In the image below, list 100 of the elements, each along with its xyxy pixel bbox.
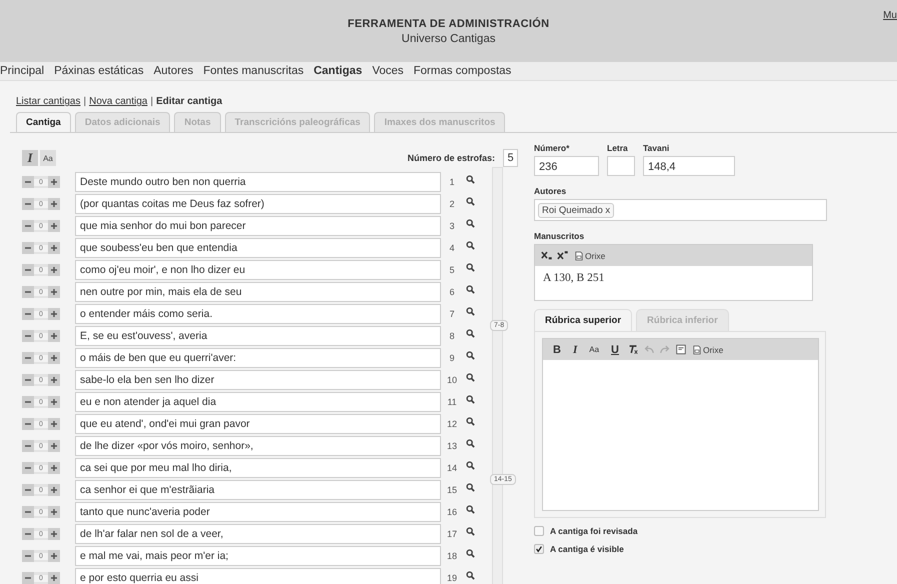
verse-field[interactable]: E, se eu est'ouvess', averia (75, 326, 441, 346)
tavani-field[interactable]: 148,4 (643, 156, 735, 176)
letter-field[interactable] (607, 156, 635, 176)
minus-icon[interactable] (22, 176, 34, 188)
author-tag[interactable]: Roi Queimado x (538, 202, 614, 218)
minus-icon[interactable] (22, 572, 34, 584)
nav-item[interactable]: Fontes manuscritas (203, 65, 304, 77)
source-button[interactable]: Orixe (690, 344, 726, 354)
verse-field[interactable]: Deste mundo outro ben non querria (75, 172, 441, 192)
plus-icon[interactable] (48, 462, 60, 474)
plus-icon[interactable] (48, 242, 60, 254)
minus-icon[interactable] (22, 220, 34, 232)
plus-icon[interactable] (48, 418, 60, 430)
verse-field[interactable]: e por esto querria eu assi (75, 568, 441, 584)
breadcrumb-link[interactable]: Listar cantigas (16, 96, 80, 107)
nav-item[interactable]: Páxinas estáticas (54, 65, 144, 77)
search-icon[interactable] (466, 174, 475, 184)
plus-icon[interactable] (48, 286, 60, 298)
manuscripts-editor[interactable]: A 130, B 251 (535, 266, 812, 300)
minus-icon[interactable] (22, 396, 34, 408)
search-icon[interactable] (466, 350, 475, 360)
verse-field[interactable]: o máis de ben que eu querri'aver: (75, 348, 441, 368)
search-icon[interactable] (466, 262, 475, 272)
verse-field[interactable]: ca sei que por meu mal lho diria, (75, 458, 441, 478)
search-icon[interactable] (466, 482, 475, 492)
clear-format-icon[interactable] (626, 344, 639, 355)
minus-icon[interactable] (22, 528, 34, 540)
verse-field[interactable]: tanto que nunc'averia poder (75, 502, 441, 522)
minus-icon[interactable] (22, 374, 34, 386)
search-icon[interactable] (466, 328, 475, 338)
verse-field[interactable]: eu e non atender ja aquel dia (75, 392, 441, 412)
tab[interactable]: Rúbrica superior (534, 309, 632, 331)
verse-field[interactable]: de lhe dizer «por vós moiro, senhor», (75, 436, 441, 456)
plus-icon[interactable] (48, 352, 60, 364)
search-icon[interactable] (466, 218, 475, 228)
nav-item[interactable]: Autores (154, 65, 194, 77)
user-link[interactable]: Mu (883, 10, 897, 21)
plus-icon[interactable] (48, 308, 60, 320)
minus-icon[interactable] (22, 440, 34, 452)
minus-icon[interactable] (22, 550, 34, 562)
minus-icon[interactable] (22, 308, 34, 320)
checkbox[interactable] (534, 544, 544, 554)
plus-icon[interactable] (48, 176, 60, 188)
verse-field[interactable]: o entender máis como seria. (75, 304, 441, 324)
breadcrumb-link[interactable]: Nova cantiga (89, 96, 148, 107)
plus-icon[interactable] (48, 550, 60, 562)
minus-icon[interactable] (22, 286, 34, 298)
plus-icon[interactable] (48, 506, 60, 518)
search-icon[interactable] (466, 306, 475, 316)
plus-icon[interactable] (48, 396, 60, 408)
plus-icon[interactable] (48, 198, 60, 210)
superscript-icon[interactable] (557, 250, 569, 261)
search-icon[interactable] (466, 240, 475, 250)
nav-item[interactable]: Principal (0, 65, 44, 77)
minus-icon[interactable] (22, 264, 34, 276)
verse-field[interactable]: ca senhor ei que m'estrãiaria (75, 480, 441, 500)
search-icon[interactable] (466, 284, 475, 294)
verse-field[interactable]: que eu atend', ond'ei mui gran pavor (75, 414, 441, 434)
nav-item[interactable]: Cantigas (314, 65, 362, 77)
verse-field[interactable]: e mal me vai, mais peor m'er ia; (75, 546, 441, 566)
verse-field[interactable]: sabe-lo ela ben sen lho dizer (75, 370, 441, 390)
source-button[interactable]: Orixe (573, 250, 608, 260)
plus-icon[interactable] (48, 528, 60, 540)
nav-item[interactable]: Formas compostas (414, 65, 512, 77)
font-size-button[interactable]: Aa (40, 150, 56, 166)
minus-icon[interactable] (22, 462, 34, 474)
font-size-button[interactable]: Aa (585, 345, 604, 354)
verse-field[interactable]: que soubess'eu ben que entendia (75, 238, 441, 258)
plus-icon[interactable] (48, 264, 60, 276)
checkbox[interactable] (534, 526, 544, 536)
search-icon[interactable] (466, 460, 475, 470)
plus-icon[interactable] (48, 440, 60, 452)
template-icon[interactable] (674, 344, 687, 355)
nav-item[interactable]: Voces (372, 65, 404, 77)
plus-icon[interactable] (48, 484, 60, 496)
search-icon[interactable] (466, 438, 475, 448)
number-field[interactable]: 236 (534, 156, 599, 176)
minus-icon[interactable] (22, 352, 34, 364)
minus-icon[interactable] (22, 198, 34, 210)
plus-icon[interactable] (48, 220, 60, 232)
plus-icon[interactable] (48, 374, 60, 386)
stanza-count-field[interactable]: 5 (503, 149, 518, 167)
minus-icon[interactable] (22, 418, 34, 430)
verse-field[interactable]: (por quantas coitas me Deus faz sofrer) (75, 194, 441, 214)
search-icon[interactable] (466, 372, 475, 382)
italic-button[interactable]: I (568, 344, 582, 356)
minus-icon[interactable] (22, 330, 34, 342)
subscript-icon[interactable] (541, 250, 553, 261)
verse-field[interactable]: nen outre por min, mais ela de seu (75, 282, 441, 302)
search-icon[interactable] (466, 416, 475, 426)
search-icon[interactable] (466, 548, 475, 558)
search-icon[interactable] (466, 394, 475, 404)
tab[interactable]: Cantiga (16, 112, 71, 132)
search-icon[interactable] (466, 196, 475, 206)
plus-icon[interactable] (48, 330, 60, 342)
minus-icon[interactable] (22, 242, 34, 254)
search-icon[interactable] (466, 570, 475, 580)
authors-field[interactable]: Roi Queimado x (534, 199, 827, 221)
search-icon[interactable] (466, 526, 475, 536)
bold-button[interactable]: B (549, 344, 565, 356)
